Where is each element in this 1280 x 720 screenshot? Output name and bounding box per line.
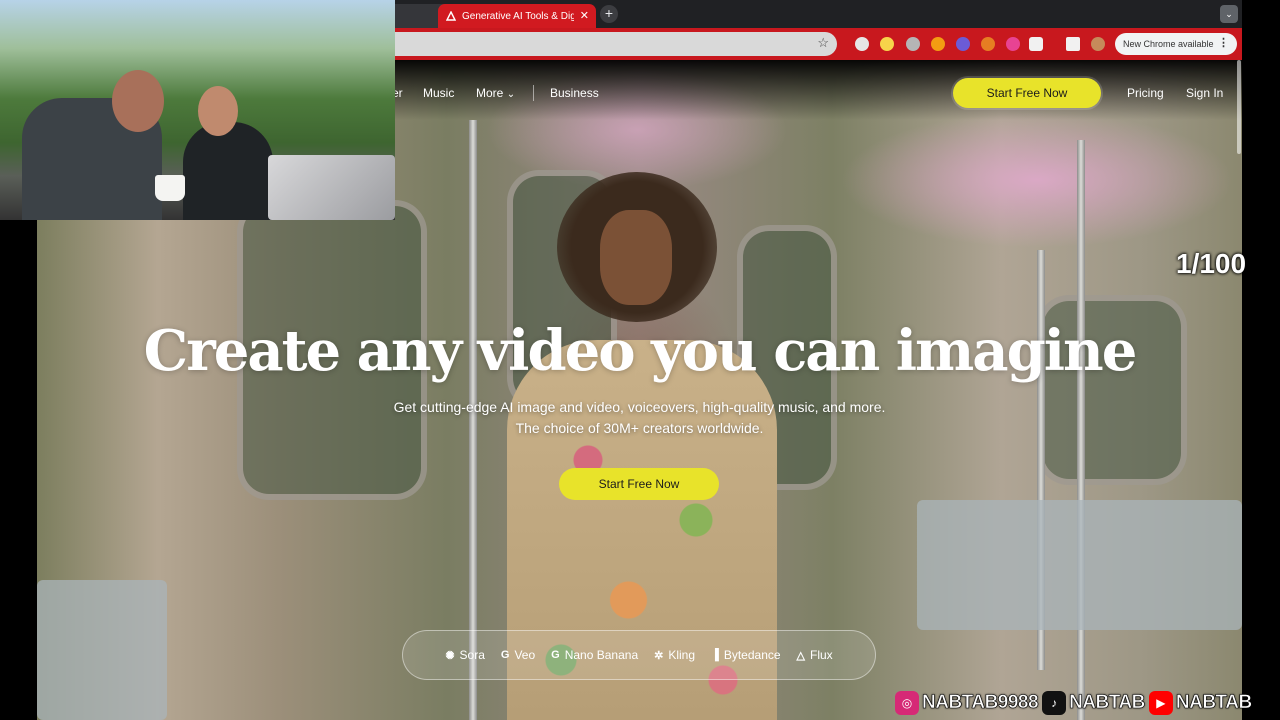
chevron-down-icon: ⌄: [506, 89, 516, 100]
model-label: Kling: [668, 648, 696, 662]
pricing-link[interactable]: Pricing: [1127, 86, 1164, 100]
model-bytedance[interactable]: ▐ Bytedance: [711, 648, 781, 662]
site-favicon-icon: [445, 10, 457, 21]
extension-orange-icon[interactable]: [931, 37, 945, 51]
page-scrollbar[interactable]: [1237, 60, 1241, 154]
hero-title: Create any video you can imagine: [143, 318, 1138, 384]
model-label: Flux: [810, 648, 833, 662]
start-free-now-nav-button[interactable]: Start Free Now: [953, 78, 1101, 108]
media-controls-icon[interactable]: [1066, 37, 1080, 51]
start-free-now-hero-button[interactable]: Start Free Now: [559, 468, 719, 500]
chrome-update-button[interactable]: New Chrome available ⋮: [1115, 33, 1237, 55]
model-kling[interactable]: ✲ Kling: [654, 648, 695, 662]
social-handles: ◎ NABTAB9988 ♪ NABTAB ▶ NABTAB: [895, 688, 1256, 718]
tiktok-handle: NABTAB: [1069, 692, 1146, 714]
nav-link-business[interactable]: Business: [550, 86, 599, 100]
model-label: Bytedance: [723, 648, 781, 662]
youtube-handle: NABTAB: [1175, 692, 1253, 714]
model-flux[interactable]: △ Flux: [797, 648, 833, 662]
train-seat: [37, 580, 167, 720]
new-tab-button[interactable]: +: [600, 5, 618, 23]
person-right-body: [183, 122, 273, 220]
tab-active[interactable]: Generative AI Tools & Digital ✕: [438, 4, 596, 28]
model-sora[interactable]: ✺ Sora: [445, 648, 485, 662]
nav-link-music[interactable]: Music: [423, 86, 454, 100]
instagram-handle: NABTAB9988: [922, 692, 1039, 714]
bytedance-icon: ▐: [711, 649, 719, 661]
coffee-mug: [155, 175, 185, 201]
chrome-update-label: New Chrome available: [1123, 39, 1214, 49]
episode-counter: 1/100: [1176, 248, 1247, 279]
hero-subtitle-creators: The choice of 30M+ creators worldwide.: [515, 420, 764, 436]
extension-yellow-icon[interactable]: [880, 37, 894, 51]
extensions-puzzle-icon[interactable]: [1029, 37, 1043, 51]
model-label: Sora: [459, 648, 485, 662]
person-right-head: [198, 86, 238, 136]
youtube-icon: ▶: [1148, 691, 1173, 715]
train-seat: [917, 500, 1242, 630]
profile-avatar[interactable]: [1091, 37, 1105, 51]
google-icon: G: [551, 649, 560, 661]
bookmark-star-icon[interactable]: ☆: [817, 35, 829, 51]
nav-divider: [533, 85, 534, 101]
sign-in-link[interactable]: Sign In: [1186, 86, 1223, 100]
tab-search-button[interactable]: ⌄: [1220, 5, 1238, 23]
extension-lightbulb-icon[interactable]: [855, 37, 869, 51]
instagram-icon: ◎: [895, 691, 919, 715]
person-left-head: [112, 70, 164, 132]
models-bar: ✺ Sora G Veo G Nano Banana ✲ Kling ▐ Byt…: [402, 630, 876, 680]
menu-dots-icon[interactable]: ⋮: [1218, 36, 1229, 49]
model-label: Veo: [514, 648, 536, 662]
nav-more-label: More: [476, 86, 504, 100]
tiktok-icon: ♪: [1042, 691, 1067, 715]
woman-face: [600, 210, 672, 305]
sora-icon: ✺: [445, 649, 455, 662]
hero-subtitle: Get cutting-edge AI image and video, voi…: [393, 399, 886, 415]
extension-badge-icon[interactable]: [906, 37, 920, 51]
webcam-overlay: [0, 0, 395, 220]
model-label: Nano Banana: [564, 648, 639, 662]
model-nano-banana[interactable]: G Nano Banana: [551, 648, 638, 662]
tab-title: Generative AI Tools & Digital: [462, 10, 574, 22]
screen: ✕ Generative AI Tools & Digital ✕ + ⌄ ☆: [0, 0, 1280, 720]
extension-fox-icon[interactable]: [981, 37, 995, 51]
kling-icon: ✲: [654, 649, 664, 662]
nav-link-more[interactable]: More ⌄: [476, 86, 515, 100]
tab-close-icon[interactable]: ✕: [580, 9, 589, 22]
extension-shield-icon[interactable]: [1006, 37, 1020, 51]
model-veo[interactable]: G Veo: [501, 648, 535, 662]
laptop: [268, 155, 395, 220]
google-icon: G: [500, 649, 510, 661]
extension-audio-icon[interactable]: [956, 37, 970, 51]
flux-icon: △: [796, 649, 806, 662]
